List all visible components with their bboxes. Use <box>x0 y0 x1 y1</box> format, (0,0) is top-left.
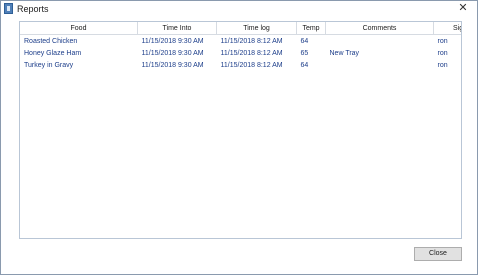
column-header-temp[interactable]: Temp <box>296 22 326 35</box>
close-button[interactable]: Close <box>414 247 462 261</box>
cell-food: Roasted Chicken <box>24 37 78 45</box>
cell-comments: New Tray <box>329 49 360 57</box>
cell-time-log: 11/15/2018 8:12 AM <box>220 61 283 69</box>
cell-time-into: 11/15/2018 9:30 AM <box>141 61 204 69</box>
reports-table: Food Time Into Time log Temp Comments Si… <box>19 21 462 239</box>
cell-time-into: 11/15/2018 9:30 AM <box>141 49 204 57</box>
table-header-row: Food Time Into Time log Temp Comments Si… <box>20 22 461 35</box>
report-icon <box>4 3 13 14</box>
cell-comments <box>326 35 434 48</box>
column-header-comments[interactable]: Comments <box>325 22 434 35</box>
cell-time-log: 11/15/2018 8:12 AM <box>220 49 283 57</box>
table-row[interactable]: Roasted Chicken 11/15/2018 9:30 AM 11/15… <box>20 35 461 48</box>
cell-food: Turkey in Gravy <box>24 61 74 69</box>
reports-data-table: Food Time Into Time log Temp Comments Si… <box>20 22 461 71</box>
cell-sign: ron <box>437 49 448 57</box>
table-row[interactable]: Honey Glaze Ham 11/15/2018 9:30 AM 11/15… <box>20 47 461 59</box>
column-header-time-into[interactable]: Time Into <box>137 22 217 35</box>
column-header-food[interactable]: Food <box>20 22 138 35</box>
cell-time-into: 11/15/2018 9:30 AM <box>141 37 204 45</box>
reports-window: Reports ✕ Food Time Into Time log Temp C… <box>0 0 478 275</box>
column-header-sign[interactable]: Sign <box>433 22 461 35</box>
title-bar[interactable]: Reports ✕ <box>1 1 477 17</box>
cell-food: Honey Glaze Ham <box>24 49 82 57</box>
cell-time-log: 11/15/2018 8:12 AM <box>220 37 283 45</box>
cell-temp: 64 <box>300 61 309 69</box>
window-close-icon[interactable]: ✕ <box>457 2 469 15</box>
cell-comments <box>326 59 434 71</box>
cell-temp: 65 <box>300 49 309 57</box>
cell-sign: ron <box>437 37 448 45</box>
table-row[interactable]: Turkey in Gravy 11/15/2018 9:30 AM 11/15… <box>20 59 461 71</box>
window-title: Reports <box>17 4 49 14</box>
cell-sign: ron <box>437 61 448 69</box>
cell-temp: 64 <box>300 37 309 45</box>
column-header-time-log[interactable]: Time log <box>216 22 297 35</box>
